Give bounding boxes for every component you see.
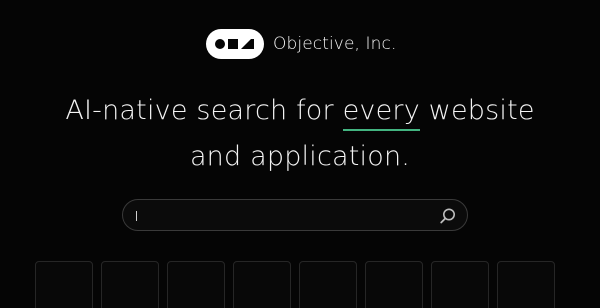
integration-tiles <box>35 261 565 308</box>
brand-name: Objective, Inc. <box>273 34 397 54</box>
headline-emphasis: every <box>342 88 421 134</box>
integration-tile[interactable] <box>299 261 357 308</box>
integration-tile[interactable] <box>431 261 489 308</box>
integration-tile[interactable] <box>167 261 225 308</box>
brand[interactable]: Objective, Inc. <box>206 28 396 60</box>
search-icon <box>440 208 455 224</box>
headline-line-1-before: AI-native search for <box>65 95 343 126</box>
objective-logo-icon <box>206 29 264 59</box>
text-cursor <box>136 211 137 221</box>
integration-tile[interactable] <box>35 261 93 308</box>
hero-headline: AI-native search for every website and a… <box>0 88 600 180</box>
integration-tile[interactable] <box>101 261 159 308</box>
search-button[interactable] <box>439 207 457 225</box>
integration-tile[interactable] <box>365 261 423 308</box>
search-bar[interactable] <box>122 199 468 231</box>
search-input[interactable] <box>135 205 425 225</box>
headline-line-1-after: website <box>419 95 535 126</box>
integration-tile[interactable] <box>497 261 555 308</box>
integration-tile[interactable] <box>233 261 291 308</box>
headline-line-2: and application. <box>189 141 411 172</box>
headline-line-1: AI-native search for every website <box>0 88 600 134</box>
